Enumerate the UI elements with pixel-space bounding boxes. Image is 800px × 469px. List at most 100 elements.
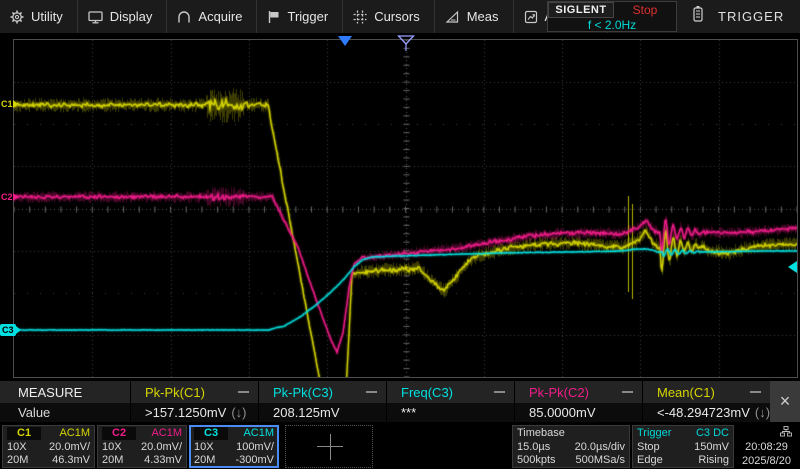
statusbar: C1 AC1M 10X 20.0mV/20M 46.3mV C2 AC1M 10X 20.0m… xyxy=(0,424,800,469)
measure-item-value-cell: 85.0000mV xyxy=(514,403,642,422)
trigger-status: Stop xyxy=(637,441,660,454)
crosshair-icon xyxy=(330,434,331,460)
measure-stat-indicator: (↓) xyxy=(755,405,770,420)
trigger-delay-marker[interactable] xyxy=(397,34,415,52)
menu-item-label: Utility xyxy=(31,9,63,24)
menubar: UtilityDisplayAcquireTriggerCursorsMeasA… xyxy=(0,0,800,33)
flag-icon xyxy=(267,10,280,24)
c2-level-marker[interactable]: C2 xyxy=(0,192,18,202)
measure-remove-button[interactable] xyxy=(494,391,505,393)
measure-close-button[interactable]: × xyxy=(770,381,800,422)
empty-descriptor-slot[interactable] xyxy=(285,425,373,468)
measure-value-row: Value >157.1250mV (↓) 208.125mV *** 85.0000m… xyxy=(0,403,800,422)
trigger-descriptor[interactable]: Trigger C3 DC Stop 150mV Edge Rising xyxy=(632,425,734,468)
waveform-display[interactable] xyxy=(14,40,797,377)
channel-id: C2 xyxy=(102,427,136,440)
network-icon xyxy=(780,426,792,440)
menu-item-display[interactable]: Display xyxy=(78,0,168,33)
trigger-menu-label: TRIGGER xyxy=(718,9,784,24)
trigger-type: Edge xyxy=(637,454,663,467)
timebase-scale: 20.0µs/div xyxy=(575,441,625,454)
measure-item-3[interactable]: Freq(C3) xyxy=(386,381,514,403)
channel-id: C1 xyxy=(7,427,41,440)
measure-item-value: 85.0000mV xyxy=(529,405,596,420)
measure-item-value: 208.125mV xyxy=(273,405,340,420)
trigger-slope: Rising xyxy=(698,454,729,467)
acquisition-status[interactable]: Stop xyxy=(614,2,676,18)
measure-item-value: <-48.294723mV xyxy=(657,405,750,420)
measure-item-value: >157.1250mV xyxy=(145,405,226,420)
channel-coupling: AC1M xyxy=(243,427,274,440)
trigger-source: C3 DC xyxy=(696,427,729,440)
menu-item-utility[interactable]: Utility xyxy=(0,0,78,33)
measure-remove-button[interactable] xyxy=(750,391,761,393)
channel-descriptor-c3[interactable]: C3AC1M10X100mV/20M-300mV xyxy=(189,425,279,468)
brand-status-block: SIGLENT Stop f < 2.0Hz xyxy=(547,1,677,32)
channel-bandwidth: 20M xyxy=(102,454,123,467)
menu-item-label: Trigger xyxy=(287,9,328,24)
measure-remove-button[interactable] xyxy=(238,391,249,393)
timebase-label: Timebase xyxy=(517,427,565,440)
measure-item-name: Pk-Pk(C2) xyxy=(529,385,589,400)
c1-level-marker[interactable]: C1 xyxy=(0,99,18,109)
timebase-descriptor[interactable]: Timebase 15.0µs 20.0µs/div 500kpts 500MSa/… xyxy=(512,425,630,468)
menu-item-meas[interactable]: Meas xyxy=(435,0,514,33)
measure-item-1[interactable]: Pk-Pk(C1) xyxy=(130,381,258,403)
trigger-label: Trigger xyxy=(637,427,671,440)
measure-item-value-cell: *** xyxy=(386,403,514,422)
measure-item-value-cell: 208.125mV xyxy=(258,403,386,422)
timebase-points: 500kpts xyxy=(517,454,556,467)
channel-descriptor-c1[interactable]: C1 AC1M 10X 20.0mV/20M 46.3mV xyxy=(2,425,95,468)
menu-item-cursors[interactable]: Cursors xyxy=(343,0,435,33)
channel-offset: 46.3mV xyxy=(52,454,90,467)
acquire-icon xyxy=(177,10,191,24)
measure-item-name: Pk-Pk(C1) xyxy=(145,385,205,400)
channel-scale: 20.0mV/ xyxy=(49,441,90,454)
measure-item-2[interactable]: Pk-Pk(C3) xyxy=(258,381,386,403)
cursors-icon xyxy=(353,10,367,24)
measure-remove-button[interactable] xyxy=(622,391,633,393)
measure-item-name: Freq(C3) xyxy=(401,385,453,400)
time-readout: 20:08:29 xyxy=(736,441,797,453)
battery-icon xyxy=(692,5,704,28)
measure-item-name: Mean(C1) xyxy=(657,385,715,400)
channel-bandwidth: 20M xyxy=(7,454,28,467)
menu-item-acquire[interactable]: Acquire xyxy=(167,0,257,33)
channel-scale: 100mV/ xyxy=(236,441,274,454)
channel-id: C3 xyxy=(194,427,228,440)
date-readout: 2025/8/20 xyxy=(736,455,797,467)
trigger-menu-button[interactable]: TRIGGER xyxy=(692,0,784,33)
measure-panel: MEASURE Pk-Pk(C1) Pk-Pk(C3) Freq(C3) Pk-Pk(… xyxy=(0,381,800,422)
trigger-position-marker[interactable] xyxy=(338,36,352,46)
measure-item-value: *** xyxy=(401,405,416,420)
measure-item-name: Pk-Pk(C3) xyxy=(273,385,333,400)
trigger-frequency-readout: f < 2.0Hz xyxy=(548,18,676,32)
menu-item-label: Display xyxy=(110,9,153,24)
measure-panel-title: MEASURE xyxy=(0,381,130,403)
channel-probe: 10X xyxy=(7,441,27,454)
timebase-samplerate: 500MSa/s xyxy=(575,454,625,467)
channel-probe: 10X xyxy=(102,441,122,454)
measure-remove-button[interactable] xyxy=(366,391,377,393)
measure-item-5[interactable]: Mean(C1) xyxy=(642,381,770,403)
trigger-level: 150mV xyxy=(694,441,729,454)
menu-item-label: Meas xyxy=(467,9,499,24)
channel-coupling: AC1M xyxy=(151,427,182,440)
menu-item-trigger[interactable]: Trigger xyxy=(257,0,343,33)
channel-coupling: AC1M xyxy=(59,427,90,440)
measure-item-4[interactable]: Pk-Pk(C2) xyxy=(514,381,642,403)
measure-header-row: MEASURE Pk-Pk(C1) Pk-Pk(C3) Freq(C3) Pk-Pk(… xyxy=(0,381,800,403)
channel-probe: 10X xyxy=(194,441,214,454)
gear-icon xyxy=(10,10,24,24)
trigger-level-marker[interactable] xyxy=(788,261,797,273)
c3-level-marker[interactable]: C3 xyxy=(0,324,21,336)
analysis-icon xyxy=(524,10,538,24)
channel-offset: 4.33mV xyxy=(144,454,182,467)
siglent-logo: SIGLENT xyxy=(548,2,614,18)
display-icon xyxy=(88,10,103,24)
menu-item-label: Cursors xyxy=(374,9,420,24)
measure-stat-indicator: (↓) xyxy=(231,405,246,420)
channel-descriptor-c2[interactable]: C2AC1M10X20.0mV/20M4.33mV xyxy=(97,425,187,468)
measure-value-label: Value xyxy=(0,403,130,422)
timebase-delay: 15.0µs xyxy=(517,441,550,454)
